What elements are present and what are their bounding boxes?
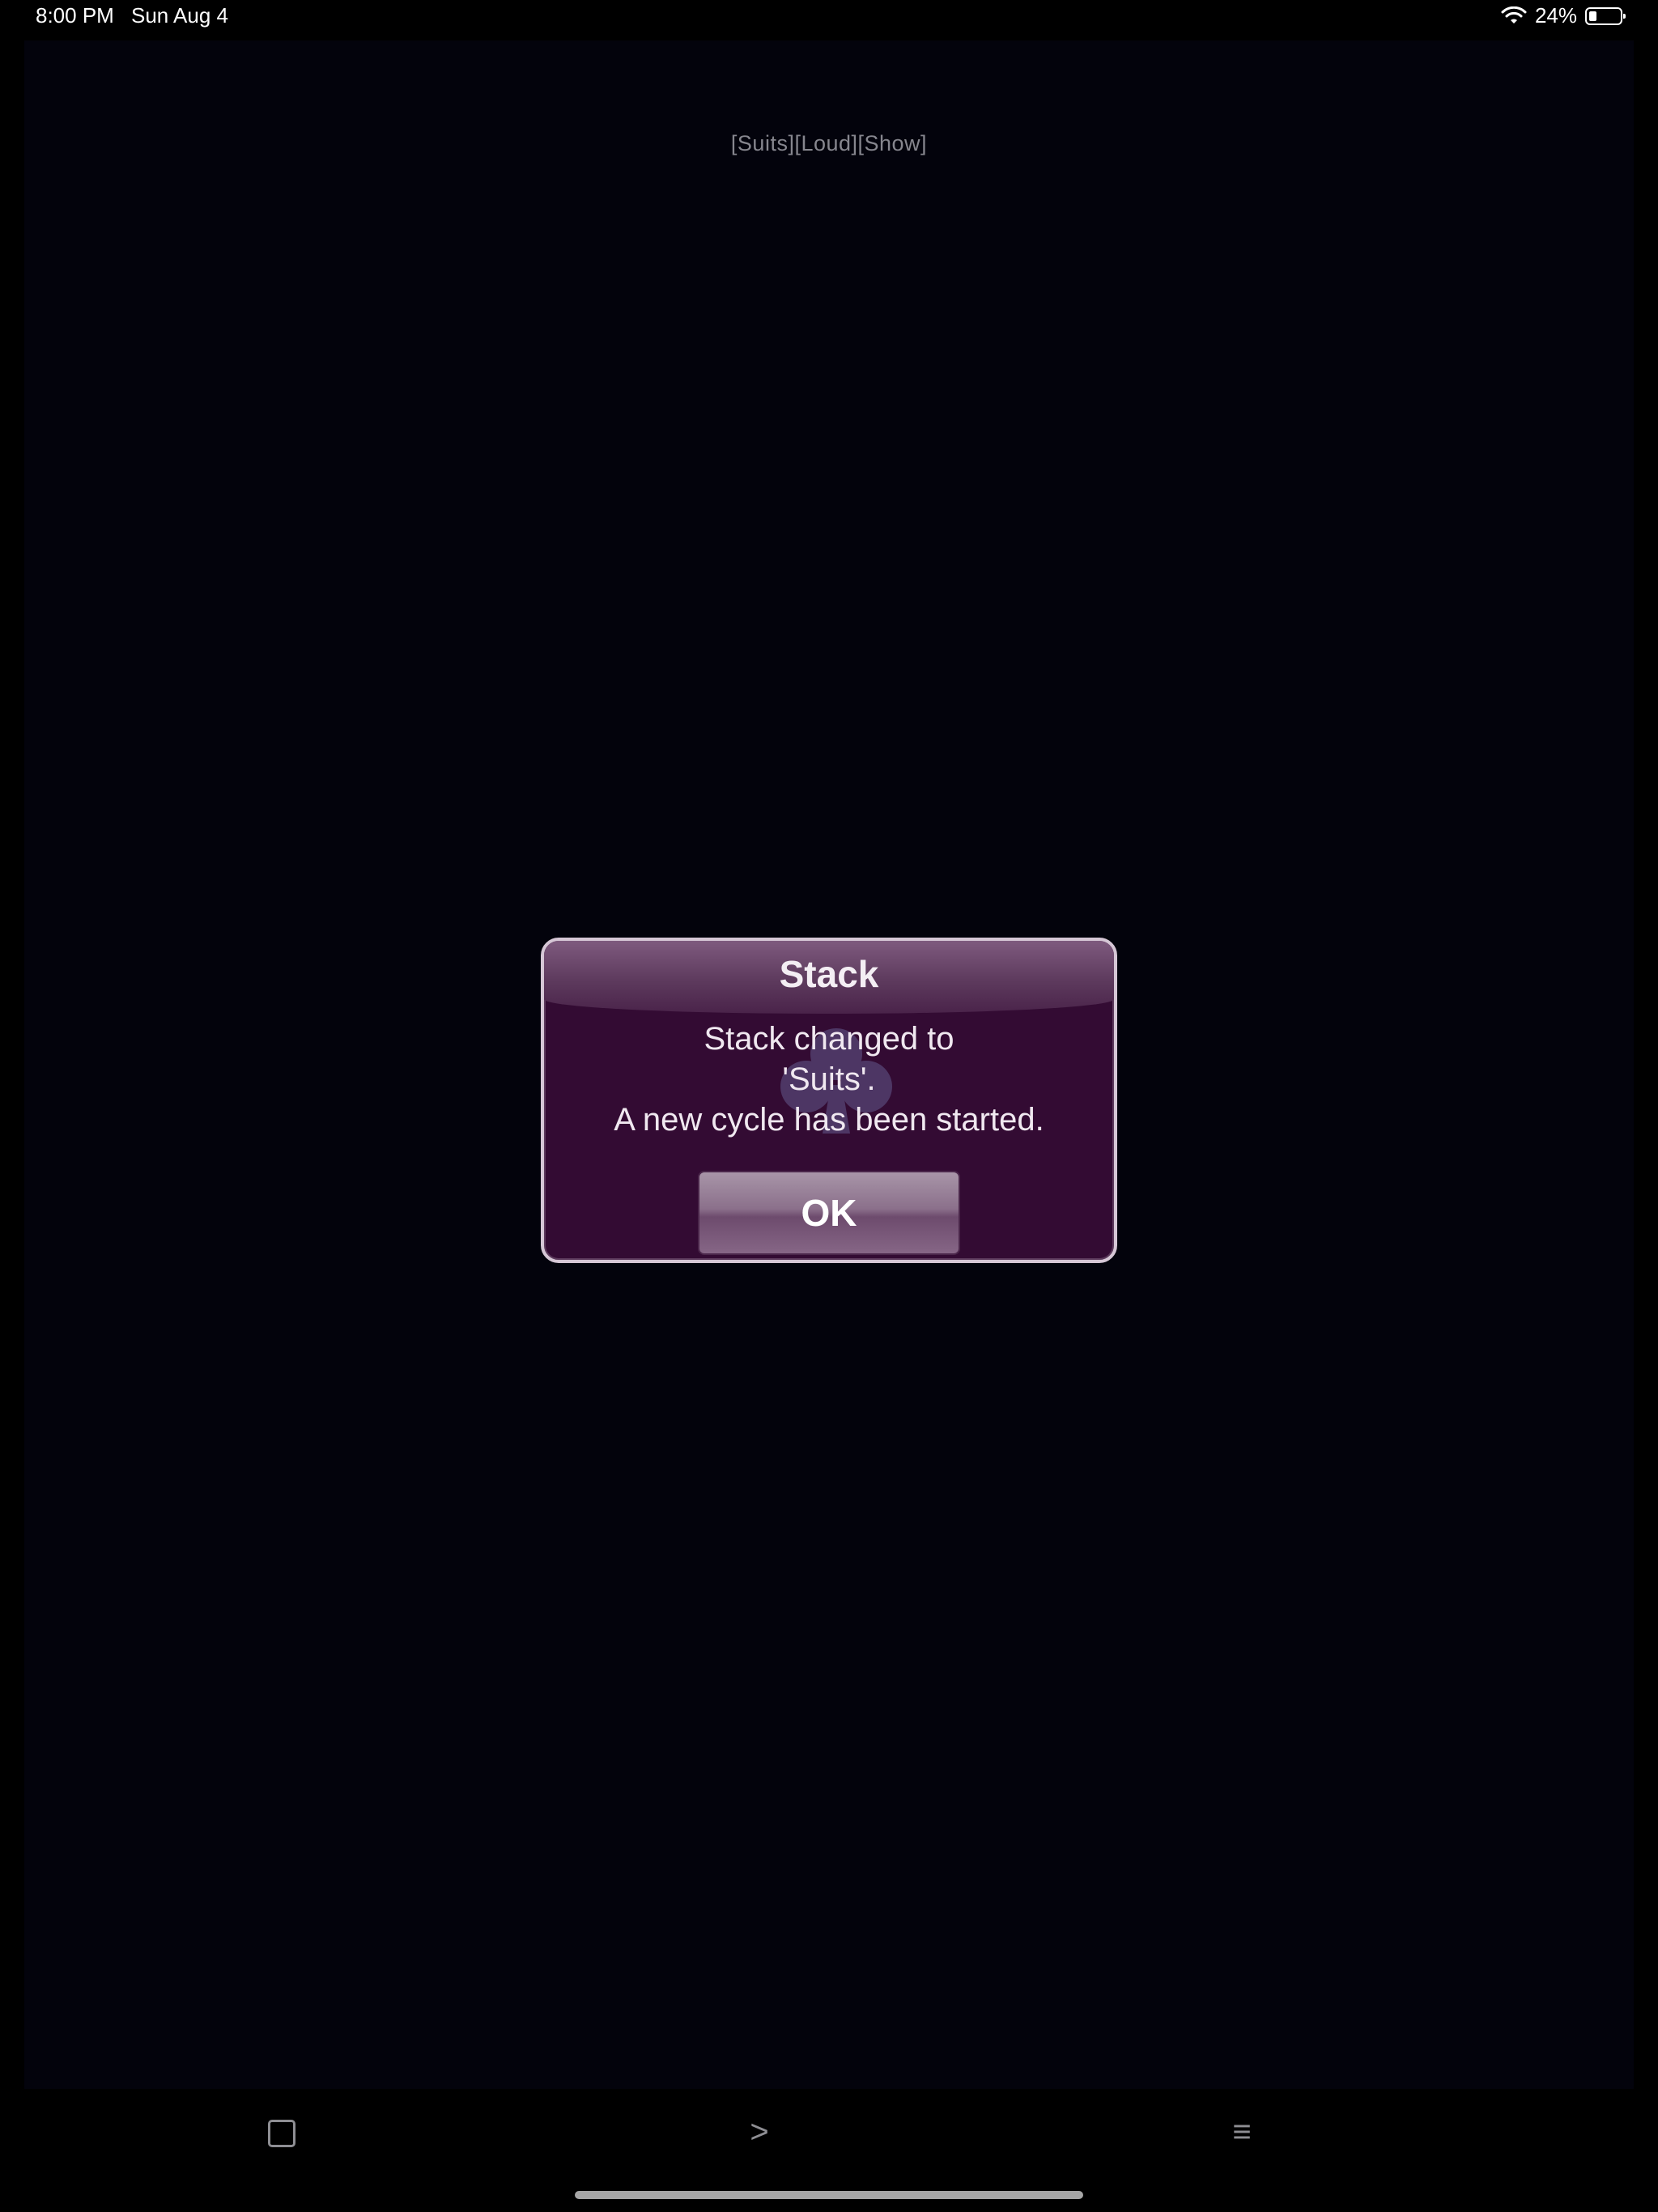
- message-line-1: Stack changed to: [704, 1021, 954, 1057]
- status-time: 8:00 PM: [36, 3, 114, 28]
- battery-icon: [1585, 6, 1626, 25]
- home-indicator[interactable]: [575, 2191, 1083, 2199]
- mode-label: [Suits][Loud][Show]: [730, 131, 928, 155]
- status-date: Sun Aug 4: [131, 3, 228, 28]
- status-right: 24%: [1501, 3, 1626, 28]
- stack-dialog: Stack Stack changed to 'Suits'. A new cy…: [541, 938, 1117, 1263]
- next-button[interactable]: >: [727, 2104, 792, 2160]
- battery-fill: [1589, 11, 1596, 21]
- battery-nub: [1623, 13, 1626, 19]
- battery-percent: 24%: [1534, 3, 1577, 28]
- wifi-icon: [1501, 6, 1527, 23]
- bottom-toolbar: > ≡: [0, 2089, 1658, 2178]
- message-line-3: A new cycle has been started.: [614, 1102, 1044, 1138]
- ok-button[interactable]: OK: [698, 1171, 960, 1255]
- dialog-message: Stack changed to 'Suits'. A new cycle ha…: [544, 1019, 1114, 1140]
- status-bar: 8:00 PM Sun Aug 4 24%: [0, 0, 1658, 36]
- square-icon: [268, 2120, 295, 2148]
- dialog-title: Stack: [779, 953, 879, 995]
- screen: 8:00 PM Sun Aug 4 24% [Suits][Loud][Show…: [0, 0, 1658, 2212]
- message-line-2: 'Suits'.: [782, 1061, 876, 1097]
- menu-button[interactable]: ≡: [1209, 2104, 1274, 2160]
- square-button[interactable]: [249, 2104, 314, 2160]
